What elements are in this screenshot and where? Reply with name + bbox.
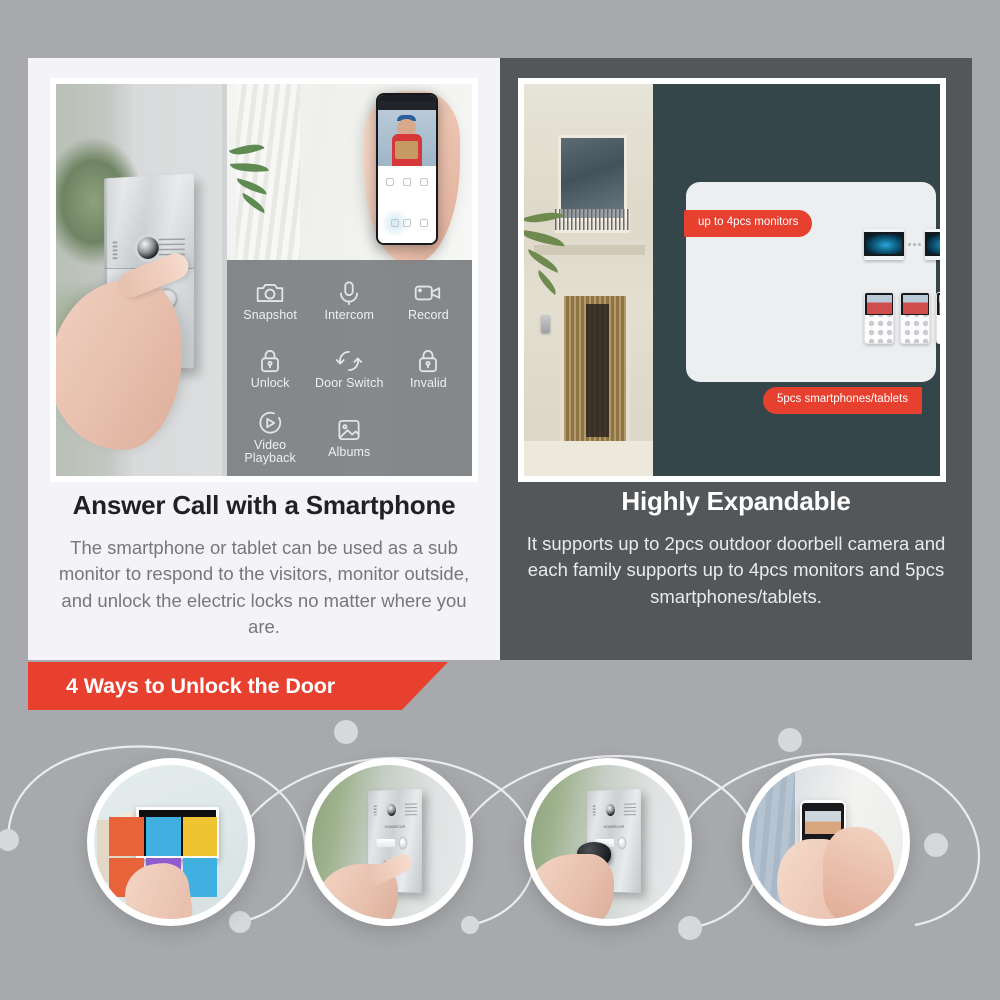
feature-panel-expandable: up to 4pcs monitors 5pcs smartphones/tab…	[500, 58, 972, 660]
tag-monitors: up to 4pcs monitors	[684, 210, 813, 237]
feature-title: Answer Call with a Smartphone	[72, 490, 456, 520]
feature-body: The smartphone or tablet can be used as …	[58, 537, 470, 637]
tag-smartphones: 5pcs smartphones/tablets	[762, 387, 922, 414]
smartphone-row	[864, 292, 940, 344]
hand	[822, 826, 894, 919]
expandable-caption: Highly Expandable It supports up to 2pcs…	[500, 486, 972, 610]
play-circle-icon	[259, 411, 282, 434]
app-function-door-switch[interactable]: Door Switch	[315, 348, 383, 390]
lock-icon	[419, 350, 438, 373]
app-function-record[interactable]: Record	[408, 280, 449, 322]
app-function-label: Albums	[328, 444, 371, 459]
doorbell-call-button	[400, 837, 407, 848]
app-function-label: Intercom	[324, 307, 374, 322]
door-camera-lens	[606, 803, 616, 817]
indoor-monitor	[924, 229, 940, 260]
hand	[531, 854, 615, 919]
phone-app-titlebar	[377, 100, 436, 110]
tree-branch	[524, 202, 578, 343]
app-function-albums[interactable]: Albums	[328, 417, 370, 459]
link-dots	[908, 243, 921, 246]
potted-plant	[228, 138, 285, 260]
sidewalk	[524, 440, 653, 476]
microphone-icon	[340, 280, 359, 305]
smartphone	[900, 292, 930, 344]
app-function-unlock[interactable]: Unlock	[251, 348, 290, 390]
refresh-arrows-icon	[336, 351, 363, 372]
smartphone	[936, 292, 940, 344]
app-function-intercom[interactable]: Intercom	[325, 280, 374, 322]
app-function-video-playback[interactable]: Video Playback	[231, 410, 310, 465]
app-function-label: Unlock	[250, 376, 290, 391]
smartphone	[864, 292, 894, 344]
feature-panel-answer-call: HOMSECUR	[28, 58, 500, 660]
ir-led-strip	[112, 241, 118, 261]
phone-live-video	[377, 109, 436, 166]
answer-call-photo: HOMSECUR	[50, 78, 478, 482]
app-function-snapshot[interactable]: Snapshot	[243, 280, 297, 322]
unlock-method-indoor-monitor[interactable]	[87, 758, 255, 926]
app-function-invalid[interactable]: Invalid	[410, 348, 447, 390]
feature-body: It supports up to 2pcs outdoor doorbell …	[526, 533, 946, 607]
device-brand-label: HOMSECUR	[384, 824, 406, 829]
feature-title: Highly Expandable	[621, 486, 851, 516]
feature-panels: HOMSECUR	[28, 58, 972, 660]
image-icon	[338, 419, 360, 440]
app-function-label: Invalid	[409, 376, 447, 391]
door-camera-lens	[137, 236, 159, 259]
door-camera-lens	[387, 803, 397, 817]
monitor-row	[864, 229, 940, 260]
unlock-methods-row: HOMSECUR HOMSECUR	[0, 710, 1000, 1000]
camera-icon	[256, 283, 284, 302]
video-camera-icon	[415, 285, 441, 300]
expandable-diagram-photo: up to 4pcs monitors 5pcs smartphones/tab…	[518, 78, 946, 482]
doorbell-call-button	[619, 837, 626, 848]
unlock-method-rfid-fob[interactable]: HOMSECUR	[524, 758, 692, 926]
product-feature-page: HOMSECUR	[0, 0, 1000, 1000]
unlock-section-ribbon: 4 Ways to Unlock the Door	[28, 662, 448, 710]
app-function-label: Snapshot	[243, 307, 297, 322]
unlock-method-smartphone-app[interactable]	[742, 758, 910, 926]
app-function-label: Video Playback	[244, 438, 296, 466]
smartphone-app-preview[interactable]	[375, 92, 438, 245]
building-facade	[524, 84, 653, 476]
unlock-method-doorbell-button[interactable]: HOMSECUR	[305, 758, 473, 926]
phone-function-keys[interactable]	[377, 165, 436, 243]
indoor-scene	[226, 84, 472, 264]
app-function-label: Door Switch	[315, 376, 384, 391]
lock-icon	[261, 350, 280, 373]
app-function-label: Record	[407, 307, 449, 322]
ribbon-label: 4 Ways to Unlock the Door	[66, 673, 336, 698]
device-brand-label: HOMSECUR	[603, 824, 625, 829]
indoor-monitor	[864, 229, 905, 260]
answer-call-caption: Answer Call with a Smartphone The smartp…	[28, 490, 500, 640]
app-function-grid: Snapshot Intercom Record Unlock Door Swi…	[226, 260, 472, 476]
